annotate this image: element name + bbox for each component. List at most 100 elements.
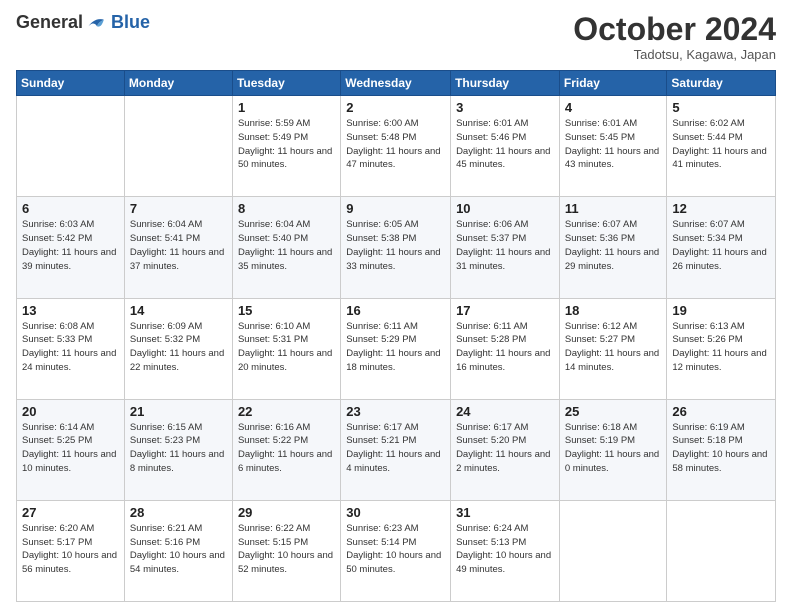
calendar-cell: 13 Sunrise: 6:08 AM Sunset: 5:33 PM Dayli…: [17, 298, 125, 399]
logo: General Blue: [16, 12, 150, 33]
col-header-tuesday: Tuesday: [232, 71, 340, 96]
calendar-cell: 6 Sunrise: 6:03 AM Sunset: 5:42 PM Daylig…: [17, 197, 125, 298]
day-number: 17: [456, 303, 554, 318]
col-header-monday: Monday: [124, 71, 232, 96]
day-info: Sunrise: 6:11 AM Sunset: 5:28 PM Dayligh…: [456, 320, 554, 375]
calendar-week-row: 27 Sunrise: 6:20 AM Sunset: 5:17 PM Dayli…: [17, 500, 776, 601]
header: General Blue October 2024 Tadotsu, Kagaw…: [16, 12, 776, 62]
day-info: Sunrise: 6:06 AM Sunset: 5:37 PM Dayligh…: [456, 218, 554, 273]
col-header-saturday: Saturday: [667, 71, 776, 96]
day-info: Sunrise: 6:14 AM Sunset: 5:25 PM Dayligh…: [22, 421, 119, 476]
day-info: Sunrise: 6:04 AM Sunset: 5:40 PM Dayligh…: [238, 218, 335, 273]
calendar-cell: 14 Sunrise: 6:09 AM Sunset: 5:32 PM Dayli…: [124, 298, 232, 399]
logo-bird-icon: [85, 14, 109, 32]
calendar-cell: 27 Sunrise: 6:20 AM Sunset: 5:17 PM Dayli…: [17, 500, 125, 601]
logo-general-text: General: [16, 12, 83, 33]
day-info: Sunrise: 6:07 AM Sunset: 5:34 PM Dayligh…: [672, 218, 770, 273]
calendar-cell: 22Sunrise: 6:16 AM Sunset: 5:22 PM Dayli…: [232, 399, 340, 500]
page-container: General Blue October 2024 Tadotsu, Kagaw…: [0, 0, 792, 612]
day-number: 27: [22, 505, 119, 520]
calendar-cell: [17, 96, 125, 197]
day-info: Sunrise: 6:01 AM Sunset: 5:46 PM Dayligh…: [456, 117, 554, 172]
calendar-cell: 12 Sunrise: 6:07 AM Sunset: 5:34 PM Dayli…: [667, 197, 776, 298]
calendar-cell: 29 Sunrise: 6:22 AM Sunset: 5:15 PM Dayli…: [232, 500, 340, 601]
day-info: Sunrise: 6:00 AM Sunset: 5:48 PM Dayligh…: [346, 117, 445, 172]
day-number: 29: [238, 505, 335, 520]
calendar-week-row: 13 Sunrise: 6:08 AM Sunset: 5:33 PM Dayli…: [17, 298, 776, 399]
calendar-cell: 25Sunrise: 6:18 AM Sunset: 5:19 PM Dayli…: [559, 399, 667, 500]
day-info: Sunrise: 6:11 AM Sunset: 5:29 PM Dayligh…: [346, 320, 445, 375]
calendar-cell: 20Sunrise: 6:14 AM Sunset: 5:25 PM Dayli…: [17, 399, 125, 500]
calendar-cell: 15Sunrise: 6:10 AM Sunset: 5:31 PM Dayli…: [232, 298, 340, 399]
calendar-cell: 18Sunrise: 6:12 AM Sunset: 5:27 PM Dayli…: [559, 298, 667, 399]
day-info: Sunrise: 6:03 AM Sunset: 5:42 PM Dayligh…: [22, 218, 119, 273]
day-number: 21: [130, 404, 227, 419]
day-number: 11: [565, 201, 662, 216]
calendar-cell: 9Sunrise: 6:05 AM Sunset: 5:38 PM Daylig…: [341, 197, 451, 298]
day-info: Sunrise: 6:17 AM Sunset: 5:20 PM Dayligh…: [456, 421, 554, 476]
calendar-cell: 31 Sunrise: 6:24 AM Sunset: 5:13 PM Dayli…: [451, 500, 560, 601]
day-info: Sunrise: 6:21 AM Sunset: 5:16 PM Dayligh…: [130, 522, 227, 577]
day-number: 28: [130, 505, 227, 520]
day-number: 6: [22, 201, 119, 216]
day-info: Sunrise: 6:09 AM Sunset: 5:32 PM Dayligh…: [130, 320, 227, 375]
calendar-cell: [559, 500, 667, 601]
col-header-friday: Friday: [559, 71, 667, 96]
calendar-week-row: 6 Sunrise: 6:03 AM Sunset: 5:42 PM Daylig…: [17, 197, 776, 298]
calendar-cell: 19Sunrise: 6:13 AM Sunset: 5:26 PM Dayli…: [667, 298, 776, 399]
day-number: 12: [672, 201, 770, 216]
day-info: Sunrise: 6:04 AM Sunset: 5:41 PM Dayligh…: [130, 218, 227, 273]
day-number: 5: [672, 100, 770, 115]
calendar-cell: [667, 500, 776, 601]
day-number: 24: [456, 404, 554, 419]
day-number: 16: [346, 303, 445, 318]
day-number: 2: [346, 100, 445, 115]
calendar-header-row: SundayMondayTuesdayWednesdayThursdayFrid…: [17, 71, 776, 96]
day-info: Sunrise: 6:20 AM Sunset: 5:17 PM Dayligh…: [22, 522, 119, 577]
day-info: Sunrise: 6:02 AM Sunset: 5:44 PM Dayligh…: [672, 117, 770, 172]
month-title: October 2024: [573, 12, 776, 47]
day-info: Sunrise: 6:24 AM Sunset: 5:13 PM Dayligh…: [456, 522, 554, 577]
calendar-cell: 16 Sunrise: 6:11 AM Sunset: 5:29 PM Dayli…: [341, 298, 451, 399]
calendar-cell: 2 Sunrise: 6:00 AM Sunset: 5:48 PM Daylig…: [341, 96, 451, 197]
day-number: 26: [672, 404, 770, 419]
day-number: 7: [130, 201, 227, 216]
calendar-cell: 28 Sunrise: 6:21 AM Sunset: 5:16 PM Dayli…: [124, 500, 232, 601]
calendar-cell: 5 Sunrise: 6:02 AM Sunset: 5:44 PM Daylig…: [667, 96, 776, 197]
day-number: 14: [130, 303, 227, 318]
logo-blue-text: Blue: [111, 12, 150, 33]
day-info: Sunrise: 6:17 AM Sunset: 5:21 PM Dayligh…: [346, 421, 445, 476]
day-info: Sunrise: 5:59 AM Sunset: 5:49 PM Dayligh…: [238, 117, 335, 172]
calendar-cell: 4Sunrise: 6:01 AM Sunset: 5:45 PM Daylig…: [559, 96, 667, 197]
calendar-cell: 3Sunrise: 6:01 AM Sunset: 5:46 PM Daylig…: [451, 96, 560, 197]
day-info: Sunrise: 6:12 AM Sunset: 5:27 PM Dayligh…: [565, 320, 662, 375]
day-number: 1: [238, 100, 335, 115]
calendar-cell: [124, 96, 232, 197]
day-info: Sunrise: 6:22 AM Sunset: 5:15 PM Dayligh…: [238, 522, 335, 577]
day-number: 23: [346, 404, 445, 419]
calendar-cell: 26Sunrise: 6:19 AM Sunset: 5:18 PM Dayli…: [667, 399, 776, 500]
day-number: 10: [456, 201, 554, 216]
day-number: 8: [238, 201, 335, 216]
day-info: Sunrise: 6:10 AM Sunset: 5:31 PM Dayligh…: [238, 320, 335, 375]
day-number: 22: [238, 404, 335, 419]
calendar-cell: 21Sunrise: 6:15 AM Sunset: 5:23 PM Dayli…: [124, 399, 232, 500]
day-info: Sunrise: 6:01 AM Sunset: 5:45 PM Dayligh…: [565, 117, 662, 172]
calendar-cell: 17 Sunrise: 6:11 AM Sunset: 5:28 PM Dayli…: [451, 298, 560, 399]
calendar-table: SundayMondayTuesdayWednesdayThursdayFrid…: [16, 70, 776, 602]
calendar-cell: 8 Sunrise: 6:04 AM Sunset: 5:40 PM Daylig…: [232, 197, 340, 298]
day-info: Sunrise: 6:07 AM Sunset: 5:36 PM Dayligh…: [565, 218, 662, 273]
day-info: Sunrise: 6:08 AM Sunset: 5:33 PM Dayligh…: [22, 320, 119, 375]
day-number: 25: [565, 404, 662, 419]
calendar-cell: 11 Sunrise: 6:07 AM Sunset: 5:36 PM Dayli…: [559, 197, 667, 298]
calendar-week-row: 1 Sunrise: 5:59 AM Sunset: 5:49 PM Daylig…: [17, 96, 776, 197]
day-info: Sunrise: 6:23 AM Sunset: 5:14 PM Dayligh…: [346, 522, 445, 577]
location-subtitle: Tadotsu, Kagawa, Japan: [573, 47, 776, 62]
calendar-week-row: 20Sunrise: 6:14 AM Sunset: 5:25 PM Dayli…: [17, 399, 776, 500]
day-number: 13: [22, 303, 119, 318]
day-number: 31: [456, 505, 554, 520]
day-number: 19: [672, 303, 770, 318]
day-number: 9: [346, 201, 445, 216]
title-area: October 2024 Tadotsu, Kagawa, Japan: [573, 12, 776, 62]
calendar-cell: 24 Sunrise: 6:17 AM Sunset: 5:20 PM Dayli…: [451, 399, 560, 500]
